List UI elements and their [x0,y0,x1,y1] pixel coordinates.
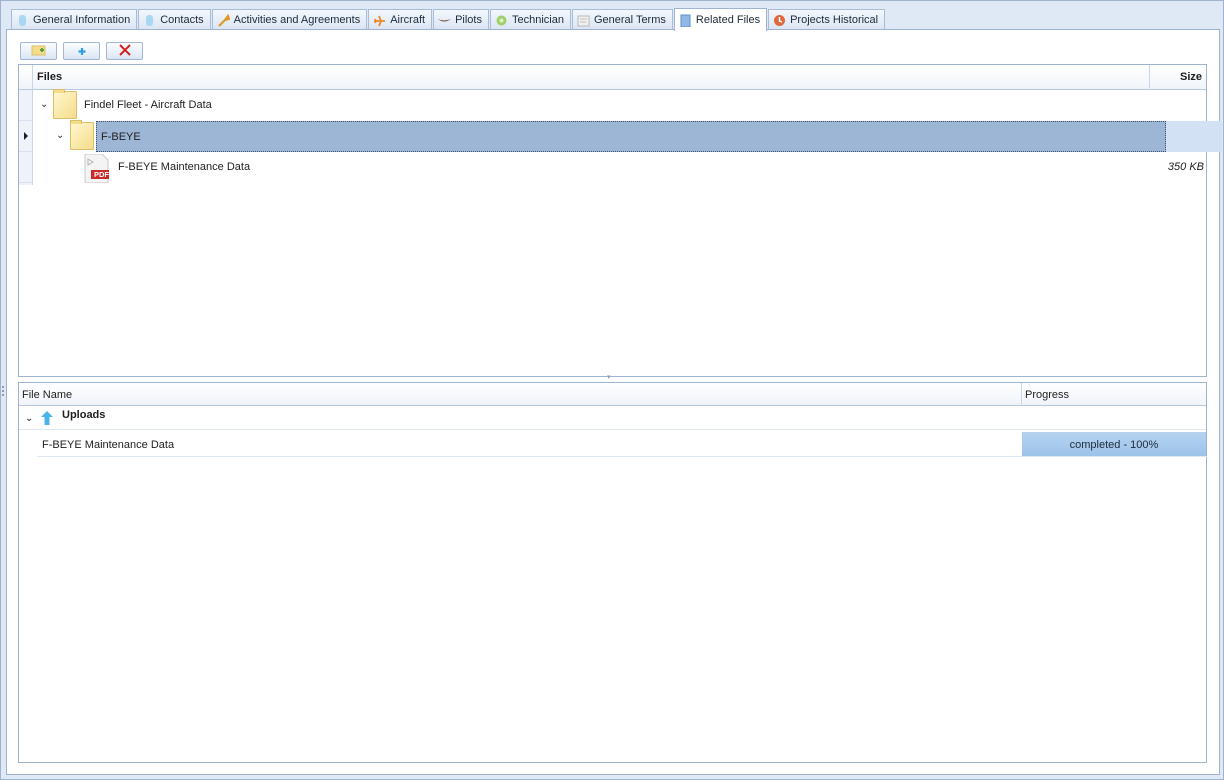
column-header-file-name[interactable]: File Name [22,389,72,401]
tab-related-files[interactable]: Related Files [673,8,768,31]
tab-activities-and-agreements[interactable]: Activities and Agreements [211,9,368,30]
tree-row-folder-selected[interactable]: ⌄ F-BEYE [34,120,1222,152]
add-folder-button[interactable] [20,42,57,60]
group-label: Uploads [62,409,106,421]
selected-row-size-cell [1166,121,1222,152]
tab-label: Technician [511,14,564,26]
tab-strip: General Information Contacts Activities … [11,8,886,31]
row-indicator-header [19,65,33,90]
splitter-grip[interactable]: ▾ [607,374,615,381]
tree-row-label: F-BEYE Maintenance Data [118,161,251,173]
row-indicator-current [19,121,32,152]
folder-icon [70,120,94,150]
files-tree-grid: Files Size ⌄ Findel Fleet - Aircraft Dat… [18,64,1222,377]
tab-aircraft[interactable]: Aircraft [368,9,433,30]
collapse-chevron-icon[interactable]: ⌄ [25,413,33,424]
aircraft-icon [373,14,386,27]
tab-label: General Terms [593,14,666,26]
progress-text: completed - 100% [1069,439,1159,451]
pdf-badge-label: PDF [94,169,109,179]
tab-label: Pilots [455,14,482,26]
general-info-icon [16,14,29,27]
add-file-button[interactable] [63,42,100,60]
pdf-file-icon: PDF [83,153,109,184]
folder-icon [53,89,77,119]
wrench-icon [217,13,231,27]
tab-label: Contacts [160,14,204,26]
contacts-icon [143,14,156,27]
collapse-chevron-icon[interactable]: ⌄ [56,131,66,141]
upload-file-name: F-BEYE Maintenance Data [42,439,175,451]
tree-row-file[interactable]: PDF F-BEYE Maintenance Data 350 KB [34,152,1206,184]
tab-label: Projects Historical [790,14,879,26]
selected-cell[interactable] [96,121,1166,152]
tab-technician[interactable]: Technician [489,9,571,30]
window-frame: General Information Contacts Activities … [0,0,1224,780]
upload-progress-bar: completed - 100% [1022,432,1206,456]
technician-icon [495,14,508,27]
upload-arrow-icon [41,411,53,425]
related-files-panel: Files Size ⌄ Findel Fleet - Aircraft Dat… [6,29,1222,775]
current-row-arrow-icon [24,132,28,140]
delete-button[interactable] [106,42,143,60]
tab-projects-historical[interactable]: Projects Historical [768,9,886,30]
tab-general-information[interactable]: General Information [11,9,138,30]
group-row-uploads[interactable]: ⌄ Uploads [19,406,1206,430]
uploads-grid: File Name Progress ⌄ Uploads F-BEYE Main… [18,382,1207,763]
column-header-size[interactable]: Size [1180,71,1202,83]
tab-label: Aircraft [390,14,426,26]
files-toolbar [20,42,143,60]
column-separator [1149,65,1150,90]
tab-general-terms[interactable]: General Terms [571,9,673,30]
column-header-progress[interactable]: Progress [1025,389,1069,401]
add-file-icon [74,44,90,59]
tree-row-label: F-BEYE [101,131,141,143]
row-indicator [19,152,32,183]
tab-contacts[interactable]: Contacts [138,9,211,30]
row-indicator [19,90,32,121]
column-separator [1021,383,1022,406]
row-indicator-column [19,90,33,185]
history-icon [773,14,786,27]
pilot-wings-icon [438,14,452,27]
file-icon [679,14,692,27]
files-grid-header: Files Size [19,65,1206,90]
tab-label: Related Files [695,14,761,26]
column-header-files[interactable]: Files [37,71,62,83]
tab-label: Activities and Agreements [233,14,361,26]
upload-row[interactable]: F-BEYE Maintenance Data completed - 100% [37,431,1207,457]
file-size: 350 KB [1167,161,1204,173]
side-splitter-grip[interactable] [2,386,4,396]
tab-pilots[interactable]: Pilots [433,9,489,30]
collapse-chevron-icon[interactable]: ⌄ [40,100,50,110]
delete-icon [118,43,132,59]
tree-row-folder[interactable]: ⌄ Findel Fleet - Aircraft Data [34,89,1206,121]
terms-icon [577,14,590,27]
add-folder-icon [31,44,47,59]
tree-row-label: Findel Fleet - Aircraft Data [84,99,212,111]
uploads-grid-header: File Name Progress [19,383,1206,406]
tab-label: General Information [33,14,131,26]
